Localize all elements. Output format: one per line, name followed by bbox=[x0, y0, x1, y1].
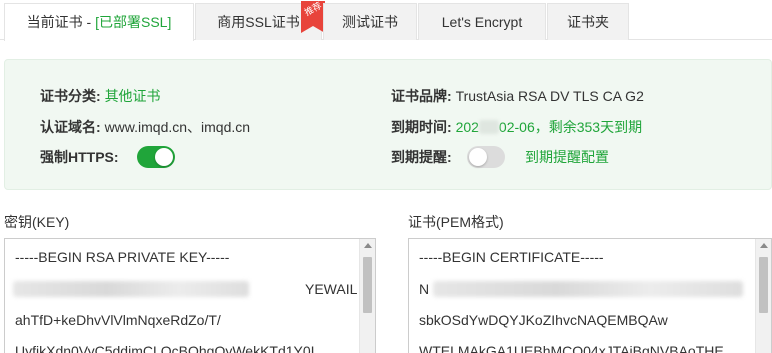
tab-current-label: 当前证书 - bbox=[26, 14, 96, 30]
key-line-2: YEWAIL bbox=[305, 281, 358, 297]
redacted-text bbox=[13, 281, 249, 297]
expiry-value-prefix: 202 bbox=[455, 119, 479, 135]
scroll-thumb[interactable] bbox=[759, 257, 768, 313]
reminder-row: 到期提醒: bbox=[391, 147, 452, 167]
cert-line-2: N bbox=[419, 281, 430, 297]
domain-label: 认证域名: bbox=[40, 119, 101, 135]
ssl-tabs: 当前证书 - [已部署SSL] 商用SSL证书 推荐 测试证书 Let's En… bbox=[0, 0, 772, 41]
toggle-knob bbox=[155, 148, 173, 166]
domain-value: www.imqd.cn、imqd.cn bbox=[104, 119, 251, 135]
tab-lets-encrypt[interactable]: Let's Encrypt bbox=[418, 3, 546, 40]
expiry-row: 到期时间: 202 02-06，剩余353天到期 bbox=[391, 117, 642, 137]
key-line-3: ahTfD+keDhvVlVlmNqxeRdZo/T/ bbox=[15, 312, 221, 328]
tab-commercial-label: 商用SSL证书 bbox=[217, 14, 300, 30]
recommend-badge: 推荐 bbox=[301, 1, 325, 39]
tab-letsencrypt-label: Let's Encrypt bbox=[441, 14, 523, 30]
force-https-row: 强制HTTPS: bbox=[40, 147, 119, 167]
tab-certificate-folder[interactable]: 证书夹 bbox=[547, 3, 629, 40]
reminder-config-link[interactable]: 到期提醒配置 bbox=[525, 149, 609, 165]
force-https-toggle[interactable] bbox=[137, 146, 175, 168]
scroll-up-arrow-icon[interactable] bbox=[364, 243, 372, 248]
domain-row: 认证域名: www.imqd.cn、imqd.cn bbox=[40, 117, 250, 137]
brand-row: 证书品牌: TrustAsia RSA DV TLS CA G2 bbox=[391, 86, 644, 106]
reminder-label: 到期提醒: bbox=[391, 149, 452, 165]
deployed-status: [已部署SSL] bbox=[95, 14, 172, 30]
expiry-value: 02-06，剩余353天到期 bbox=[498, 119, 643, 135]
private-key-textarea[interactable]: -----BEGIN RSA PRIVATE KEY----- YEWAIL a… bbox=[4, 238, 376, 353]
tab-test-certificate[interactable]: 测试证书 bbox=[323, 3, 417, 40]
category-label: 证书分类: bbox=[40, 88, 101, 104]
key-label: 密钥(KEY) bbox=[4, 214, 70, 230]
redacted-text bbox=[478, 120, 499, 134]
category-row: 证书分类: 其他证书 bbox=[40, 86, 161, 106]
certificate-info-panel: 证书分类: 其他证书 认证域名: www.imqd.cn、imqd.cn 强制H… bbox=[4, 59, 772, 190]
cert-label: 证书(PEM格式) bbox=[408, 214, 504, 230]
tab-test-label: 测试证书 bbox=[342, 14, 398, 30]
expiry-label: 到期时间: bbox=[391, 119, 452, 135]
reminder-config-link-wrap: 到期提醒配置 bbox=[525, 147, 609, 167]
expiry-reminder-toggle[interactable] bbox=[467, 146, 505, 168]
tab-commercial-ssl[interactable]: 商用SSL证书 推荐 bbox=[195, 1, 325, 40]
certificate-textarea[interactable]: -----BEGIN CERTIFICATE----- N sbkOSdYwDQ… bbox=[408, 238, 772, 353]
force-https-label: 强制HTTPS: bbox=[40, 149, 119, 165]
key-line-4: UyfikXdn0VyC5ddimCLOcBQhgQyWekKTd1Y0I bbox=[15, 343, 315, 353]
brand-value: TrustAsia RSA DV TLS CA G2 bbox=[455, 88, 644, 104]
toggle-knob bbox=[469, 148, 487, 166]
key-scrollbar[interactable] bbox=[359, 239, 375, 353]
cert-line-4: WTELMAkGA1UEBhMCQ04xJTAjBgNVBAoTHE bbox=[419, 343, 724, 353]
cert-line-3: sbkOSdYwDQYJKoZIhvcNAQEMBQAw bbox=[419, 312, 668, 328]
tab-current-certificate[interactable]: 当前证书 - [已部署SSL] bbox=[4, 3, 194, 41]
cert-scrollbar[interactable] bbox=[755, 239, 771, 353]
scroll-up-arrow-icon[interactable] bbox=[760, 243, 768, 248]
cert-line-1: -----BEGIN CERTIFICATE----- bbox=[419, 249, 604, 265]
scroll-thumb[interactable] bbox=[363, 257, 372, 313]
tab-folder-label: 证书夹 bbox=[567, 14, 609, 30]
category-value: 其他证书 bbox=[104, 88, 161, 104]
recommend-badge-text: 推荐 bbox=[302, 1, 324, 18]
key-line-1: -----BEGIN RSA PRIVATE KEY----- bbox=[15, 249, 230, 265]
redacted-text bbox=[433, 281, 743, 297]
brand-label: 证书品牌: bbox=[391, 88, 452, 104]
